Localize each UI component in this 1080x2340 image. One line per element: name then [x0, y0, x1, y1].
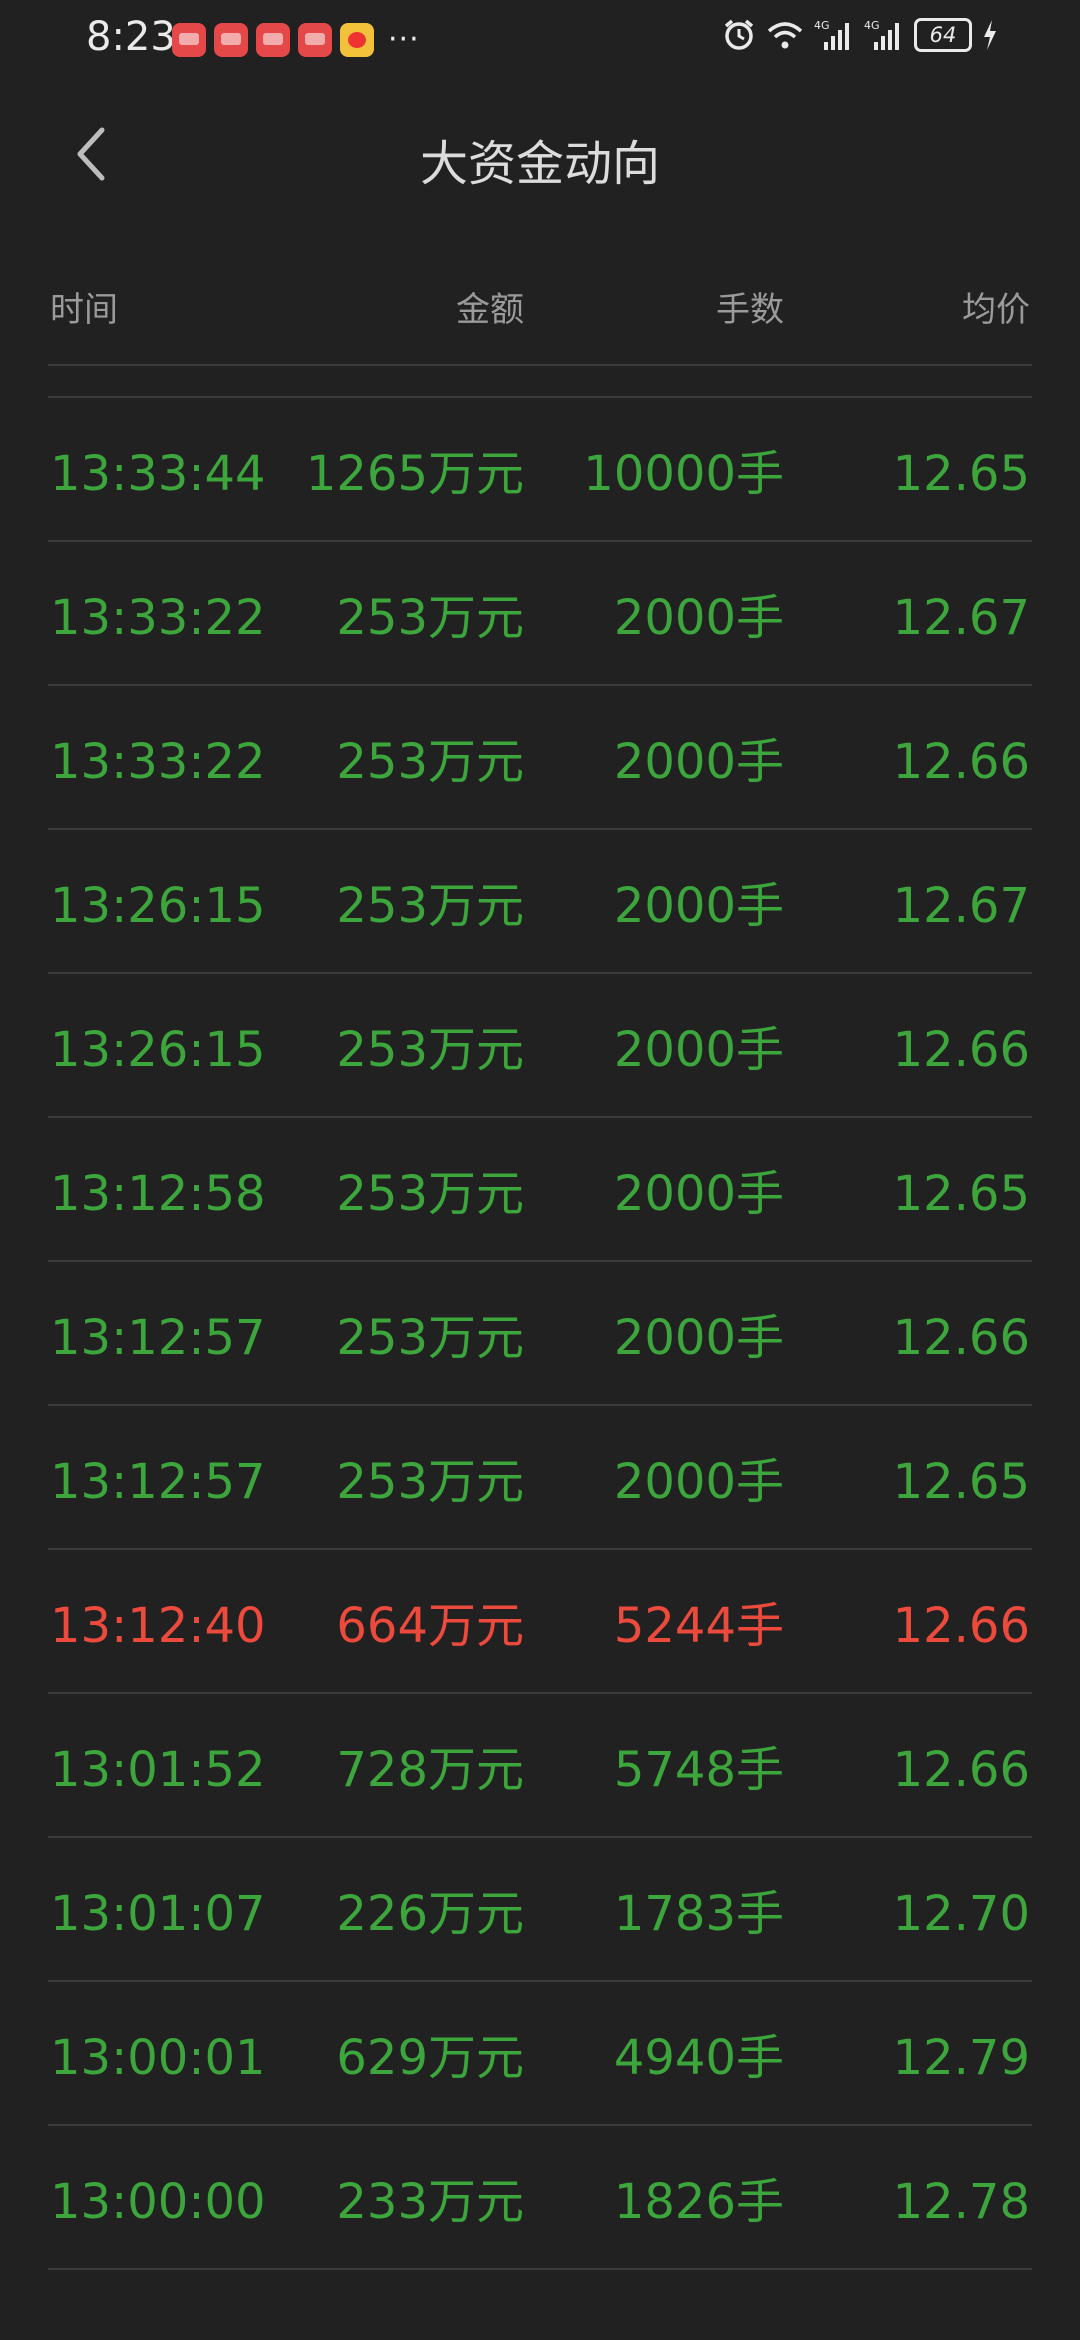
cell-quantity: 2000手 [613, 1454, 784, 1510]
app-header: 大资金动向 [0, 100, 1080, 210]
alarm-icon [724, 19, 754, 50]
cell-quantity: 2000手 [613, 878, 784, 934]
status-bar: 8:23 ··· 4G 4G 64 [0, 0, 1080, 80]
cell-time: 13:26:15 [50, 1022, 266, 1078]
charging-icon [984, 20, 996, 50]
table-row[interactable]: 13:26:15 253万元 2000手 12.67 [48, 830, 1032, 974]
column-header-price: 均价 [962, 290, 1030, 330]
trade-list: 13:33:44 1265万元 10000手 12.65 13:33:22 253万元 2… [48, 398, 1032, 2270]
svg-text:4G: 4G [814, 19, 830, 32]
cell-price: 12.66 [892, 1742, 1030, 1798]
system-indicators: 4G 4G 64 [722, 18, 998, 52]
cell-price: 12.65 [892, 1166, 1030, 1222]
cell-price: 12.65 [892, 446, 1030, 502]
cell-amount: 664万元 [336, 1598, 524, 1654]
cell-time: 13:01:52 [50, 1742, 266, 1798]
header-divider [48, 364, 1032, 366]
cell-time: 13:00:01 [50, 2030, 266, 2086]
cell-price: 12.70 [892, 1886, 1030, 1942]
cell-price: 12.66 [892, 1310, 1030, 1366]
wifi-icon [767, 22, 803, 49]
cell-amount: 253万元 [336, 1022, 524, 1078]
cell-price: 12.66 [892, 734, 1030, 790]
table-row[interactable]: 13:12:58 253万元 2000手 12.65 [48, 1118, 1032, 1262]
table-row[interactable]: 13:33:44 1265万元 10000手 12.65 [48, 398, 1032, 542]
cell-quantity: 2000手 [613, 1022, 784, 1078]
huawei-app-icon [214, 22, 248, 57]
signal-4g-icon: 4G [814, 19, 849, 50]
table-row[interactable]: 13:33:22 253万元 2000手 12.66 [48, 686, 1032, 830]
cell-price: 12.67 [892, 878, 1030, 934]
cell-time: 13:00:00 [50, 2174, 266, 2230]
cell-quantity: 2000手 [613, 1166, 784, 1222]
cell-time: 13:12:57 [50, 1454, 266, 1510]
weibo-icon [340, 22, 374, 57]
cell-amount: 253万元 [336, 1310, 524, 1366]
cell-quantity: 5748手 [613, 1742, 784, 1798]
huawei-app-icon [172, 22, 206, 57]
cell-time: 13:33:44 [50, 446, 266, 502]
cell-quantity: 1826手 [613, 2174, 784, 2230]
table-row[interactable]: 13:12:57 253万元 2000手 12.65 [48, 1406, 1032, 1550]
more-notifications-icon: ··· [388, 22, 420, 57]
cell-amount: 253万元 [336, 734, 524, 790]
signal-4g-icon: 4G [864, 19, 899, 50]
cell-amount: 629万元 [336, 2030, 524, 2086]
cell-price: 12.66 [892, 1022, 1030, 1078]
cell-quantity: 1783手 [613, 1886, 784, 1942]
cell-amount: 253万元 [336, 590, 524, 646]
table-row[interactable]: 13:01:07 226万元 1783手 12.70 [48, 1838, 1032, 1982]
cell-time: 13:33:22 [50, 590, 266, 646]
cell-amount: 253万元 [336, 1166, 524, 1222]
shopping-app-icon [256, 22, 290, 57]
finance-app-icon [298, 22, 332, 57]
cell-price: 12.65 [892, 1454, 1030, 1510]
cell-quantity: 2000手 [613, 1310, 784, 1366]
column-header-amount: 金额 [456, 290, 524, 330]
cell-quantity: 4940手 [613, 2030, 784, 2086]
cell-time: 13:01:07 [50, 1886, 266, 1942]
cell-amount: 1265万元 [305, 446, 524, 502]
cell-price: 12.66 [892, 1598, 1030, 1654]
cell-amount: 226万元 [336, 1886, 524, 1942]
cell-quantity: 5244手 [613, 1598, 784, 1654]
cell-quantity: 2000手 [613, 734, 784, 790]
column-header-quantity: 手数 [716, 290, 784, 330]
cell-time: 13:12:40 [50, 1598, 266, 1654]
cell-price: 12.78 [892, 2174, 1030, 2230]
cell-amount: 233万元 [336, 2174, 524, 2230]
table-row[interactable]: 13:00:00 233万元 1826手 12.78 [48, 2126, 1032, 2270]
svg-text:4G: 4G [864, 19, 880, 32]
cell-quantity: 2000手 [613, 590, 784, 646]
page-title: 大资金动向 [419, 136, 660, 192]
table-row[interactable]: 13:12:40 664万元 5244手 12.66 [48, 1550, 1032, 1694]
cell-amount: 728万元 [336, 1742, 524, 1798]
table-row[interactable]: 13:00:01 629万元 4940手 12.79 [48, 1982, 1032, 2126]
table-row[interactable]: 13:01:52 728万元 5748手 12.66 [48, 1694, 1032, 1838]
table-header: 时间 金额 手数 均价 [48, 272, 1032, 344]
cell-time: 13:33:22 [50, 734, 266, 790]
cell-quantity: 10000手 [583, 446, 784, 502]
status-time: 8:23 [86, 14, 176, 60]
battery-indicator: 64 [914, 18, 972, 52]
notification-icons: ··· [172, 22, 420, 57]
cell-amount: 253万元 [336, 1454, 524, 1510]
cell-price: 12.67 [892, 590, 1030, 646]
table-row[interactable]: 13:26:15 253万元 2000手 12.66 [48, 974, 1032, 1118]
table-row[interactable]: 13:12:57 253万元 2000手 12.66 [48, 1262, 1032, 1406]
cell-amount: 253万元 [336, 878, 524, 934]
table-row[interactable]: 13:33:22 253万元 2000手 12.67 [48, 542, 1032, 686]
cell-time: 13:12:57 [50, 1310, 266, 1366]
cell-time: 13:26:15 [50, 878, 266, 934]
cell-time: 13:12:58 [50, 1166, 266, 1222]
column-header-time: 时间 [50, 290, 118, 330]
cell-price: 12.79 [892, 2030, 1030, 2086]
